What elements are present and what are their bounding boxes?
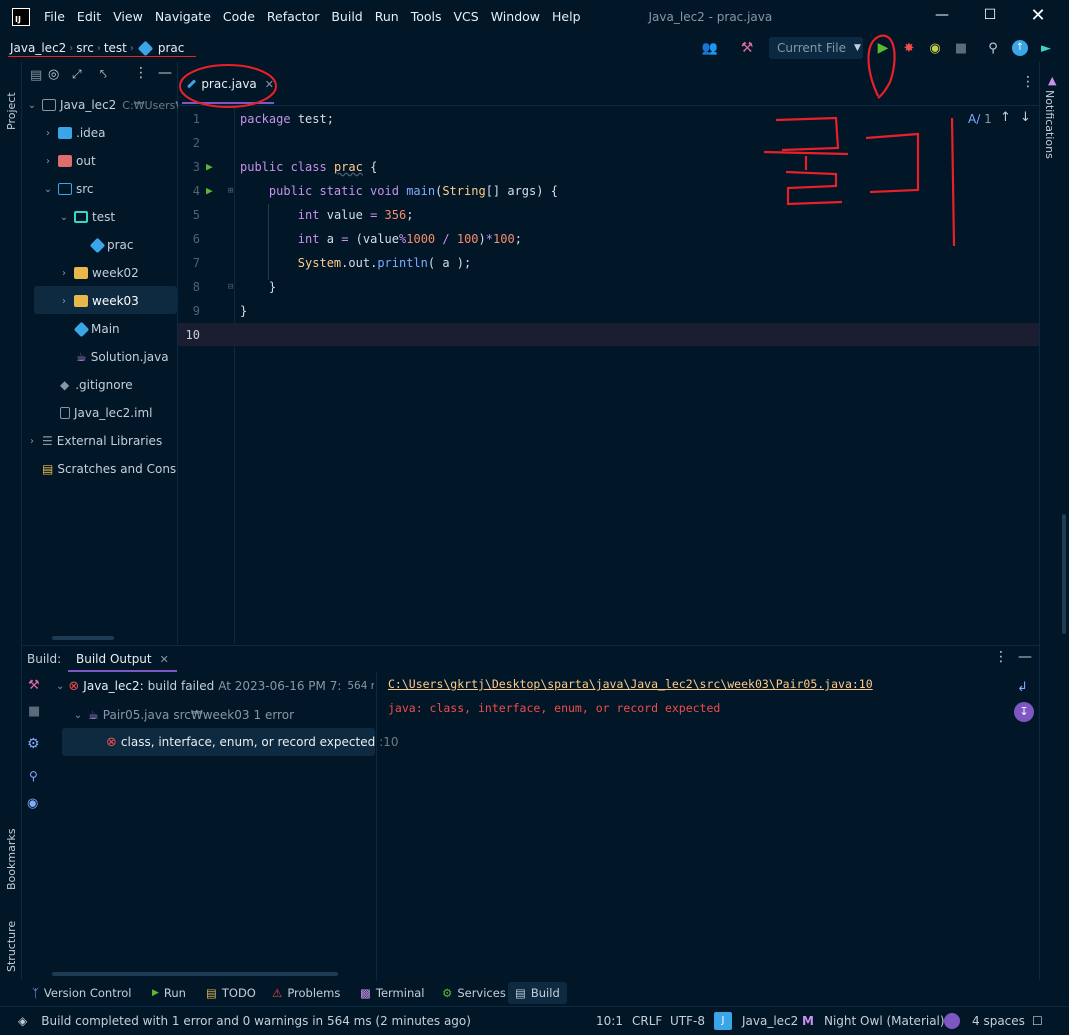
- annotation-stroke: [865, 132, 920, 194]
- annotation-overlay: [179, 34, 956, 247]
- annotation-stroke: [775, 116, 840, 152]
- annotation-circle-run: [867, 34, 896, 99]
- annotation-stroke: [950, 117, 956, 247]
- annotation-circle-tab: [179, 64, 277, 108]
- annotation-stroke: [785, 170, 843, 206]
- annotation-stroke: [763, 150, 849, 156]
